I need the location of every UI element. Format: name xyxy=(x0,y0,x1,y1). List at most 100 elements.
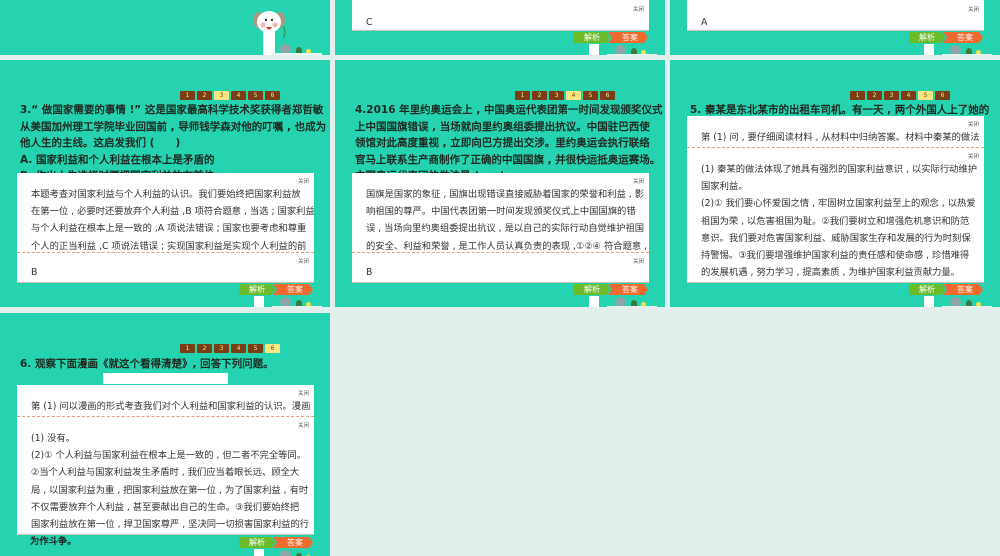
answer-buttons: 解析 答案 xyxy=(239,537,313,548)
answer-continuation: 为作斗争。 xyxy=(30,536,77,547)
answer-buttons: 解析 答案 xyxy=(909,284,983,295)
footer-decoration xyxy=(912,44,992,55)
nav-button-5[interactable]: 5 xyxy=(918,91,933,100)
nav-button-3[interactable]: 3 xyxy=(549,91,564,100)
explanation-line: 响祖国的尊严。中国代表团第一时间发现颁奖仪式上中国国旗的错 xyxy=(366,206,636,218)
nav-button-3[interactable]: 3 xyxy=(214,91,229,100)
answer-section: 关闭 A xyxy=(687,0,984,32)
slide-5[interactable]: 1 2 3 4 5 6 4.2016 年里约奥运会上 , 中国奥运代表团第一时间发现颁奖仪式… xyxy=(335,60,665,307)
slide-7[interactable]: 1 2 3 4 5 6 6. 观察下面漫画《就这个看得清楚》, 回答下列问题。 为作斗争。 关闭… xyxy=(0,313,330,556)
question-line: 从美国加州理工学院毕业回国前 , 导师钱学森对他的叮嘱 , 也成为 xyxy=(20,120,327,133)
nav-button-2[interactable]: 2 xyxy=(867,91,882,100)
nav-button-6[interactable]: 6 xyxy=(265,344,280,353)
close-button[interactable]: 关闭 xyxy=(298,177,309,185)
nav-button-2[interactable]: 2 xyxy=(532,91,547,100)
nav-button-1[interactable]: 1 xyxy=(180,91,195,100)
answer-text: B xyxy=(31,267,38,278)
line-icon xyxy=(607,306,657,307)
close-button[interactable]: 关闭 xyxy=(633,177,644,185)
explanation-line: 误 , 当场向里约奥组委提出抗议 , 是以自己的实际行动自觉维护祖国 xyxy=(366,223,645,235)
answer-buttons: 解析 答案 xyxy=(574,284,648,295)
slide-1[interactable] xyxy=(0,0,330,55)
answer-line: 国家利益放在第一位 , 捍卫国家尊严 , 坚决同一切损害国家利益的行 xyxy=(31,519,310,531)
nav-button-4[interactable]: 4 xyxy=(901,91,916,100)
slide-2[interactable]: 关闭 C 解析 答案 xyxy=(335,0,665,55)
answer-line: 不仅需要放弃个人利益 , 甚至要献出自己的生命。③我们要始终把 xyxy=(31,501,300,513)
line-icon xyxy=(272,306,322,307)
close-button[interactable]: 关闭 xyxy=(298,421,309,429)
explanation-text: 国旗是国家的象征 , 国旗出现错误直接威胁着国家的荣誉和利益 , 影响祖国的尊严… xyxy=(366,173,647,255)
question-line: 上中国国旗错误 , 当场就向里约奥组委提出抗议。中国驻巴西使 xyxy=(355,120,650,133)
answer-line: 意识。我们要对危害国家利益、威胁国家生存和发展的行为时刻保 xyxy=(701,232,971,244)
close-button[interactable]: 关闭 xyxy=(298,257,309,265)
nav-button-5[interactable]: 5 xyxy=(583,91,598,100)
answer-button[interactable]: 答案 xyxy=(273,537,313,548)
close-button[interactable]: 关闭 xyxy=(298,389,309,397)
analysis-button[interactable]: 解析 xyxy=(909,284,945,295)
analysis-button[interactable]: 解析 xyxy=(239,537,275,548)
explanation: 关闭 本题考查对国家利益与个人利益的认识。我们要始终把国家利益放 在第一位 , 必要… xyxy=(17,173,315,252)
footer-decoration xyxy=(242,43,322,55)
explanation-text: 第 (1) 问 , 要仔细阅读材料 , 从材料中归纳答案。材料中秦某的做法 xyxy=(701,116,980,146)
nav-button-2[interactable]: 2 xyxy=(197,344,212,353)
question-text: 6. 观察下面漫画《就这个看得清楚》, 回答下列问题。 xyxy=(20,356,320,373)
answer-button[interactable]: 答案 xyxy=(608,284,648,295)
answer-button[interactable]: 答案 xyxy=(943,284,983,295)
answer: 关闭 (1) 没有。 (2)① 个人利益与国家利益在根本上是一致的 , 但二者不完全… xyxy=(17,416,314,535)
answer-line: (1) 秦某的做法体现了她具有强烈的国家利益意识 , 以实际行动维护 xyxy=(701,164,978,175)
nav-button-5[interactable]: 5 xyxy=(248,91,263,100)
snail-icon xyxy=(280,550,291,556)
post-icon xyxy=(924,44,934,55)
answer-button[interactable]: 答案 xyxy=(943,32,983,43)
slide-6[interactable]: 1 2 3 4 5 6 5. 秦某是东北某市的出租车司机。有一天 , 两个外国人上了她的 关闭… xyxy=(670,60,1000,307)
analysis-button[interactable]: 解析 xyxy=(574,284,610,295)
analysis-button[interactable]: 解析 xyxy=(574,32,610,43)
answer-line: (2)① 个人利益与国家利益在根本上是一致的 , 但二者不完全等同。 xyxy=(31,450,307,462)
explanation-box: 关闭 国旗是国家的象征 , 国旗出现错误直接威胁着国家的荣誉和利益 , 影响祖国的… xyxy=(352,173,649,283)
answer-button[interactable]: 答案 xyxy=(608,32,648,43)
nav-button-3[interactable]: 3 xyxy=(884,91,899,100)
nav-button-3[interactable]: 3 xyxy=(214,344,229,353)
slide-3[interactable]: 关闭 A 解析 答案 xyxy=(670,0,1000,55)
post-icon xyxy=(254,296,264,307)
footer-decoration xyxy=(912,296,992,307)
answer-line: ②当个人利益与国家利益发生矛盾时 , 我们应当着眼长远、顾全大 xyxy=(31,467,300,479)
nav-button-5[interactable]: 5 xyxy=(248,344,263,353)
line-icon xyxy=(942,306,992,307)
answer-box: 关闭 A xyxy=(687,0,984,31)
nav-button-6[interactable]: 6 xyxy=(935,91,950,100)
nav-button-4[interactable]: 4 xyxy=(231,91,246,100)
answer-button[interactable]: 答案 xyxy=(273,284,313,295)
line-icon xyxy=(607,54,657,55)
answer-text: B xyxy=(366,267,373,278)
post-icon xyxy=(589,44,599,55)
close-button[interactable]: 关闭 xyxy=(633,257,644,265)
explanation-line: 第 (1) 问以漫画的形式考查我们对个人利益和国家利益的认识。漫画 xyxy=(31,401,311,412)
close-button[interactable]: 关闭 xyxy=(968,5,979,13)
answer: 关闭 (1) 秦某的做法体现了她具有强烈的国家利益意识 , 以实际行动维护 国家利益… xyxy=(687,147,984,283)
explanation-line: 与个人利益在根本上是一致的 ,A 项说法错误 ; 国家也要考虑和尊重 xyxy=(31,223,307,235)
nav-button-4[interactable]: 4 xyxy=(566,91,581,100)
nav-button-6[interactable]: 6 xyxy=(265,91,280,100)
nav-button-1[interactable]: 1 xyxy=(515,91,530,100)
explanation-box: 关闭 本题考查对国家利益与个人利益的认识。我们要始终把国家利益放 在第一位 , 必要… xyxy=(17,173,315,283)
question-line: 6. 观察下面漫画《就这个看得清楚》, 回答下列问题。 xyxy=(20,358,274,370)
nav-button-1[interactable]: 1 xyxy=(850,91,865,100)
analysis-button[interactable]: 解析 xyxy=(909,32,945,43)
slide-4[interactable]: 1 2 3 4 5 6 3.“ 做国家需要的事情 !” 这是国家最高科学技术奖获得者郑哲敏从… xyxy=(0,60,330,307)
nav-button-1[interactable]: 1 xyxy=(180,344,195,353)
nav-button-4[interactable]: 4 xyxy=(231,344,246,353)
question-line: 领馆对此高度重视 , 立即向巴方提出交涉。里约奥运会执行联络 xyxy=(355,137,650,149)
question-line: 3.“ 做国家需要的事情 !” 这是国家最高科学技术奖获得者郑哲敏 xyxy=(20,104,324,116)
close-button[interactable]: 关闭 xyxy=(633,5,644,13)
answer-line: 祖国为荣 , 以危害祖国为耻。②我们要树立和增强危机意识和防范 xyxy=(701,215,970,227)
close-button[interactable]: 关闭 xyxy=(968,120,979,128)
answer-line: 国家利益。 xyxy=(701,181,748,193)
comic-image xyxy=(103,373,228,384)
nav-button-2[interactable]: 2 xyxy=(197,91,212,100)
nav-button-6[interactable]: 6 xyxy=(600,91,615,100)
close-button[interactable]: 关闭 xyxy=(968,152,979,160)
analysis-button[interactable]: 解析 xyxy=(239,284,275,295)
footer-decoration xyxy=(577,44,657,55)
answer-buttons: 解析 答案 xyxy=(239,284,313,295)
